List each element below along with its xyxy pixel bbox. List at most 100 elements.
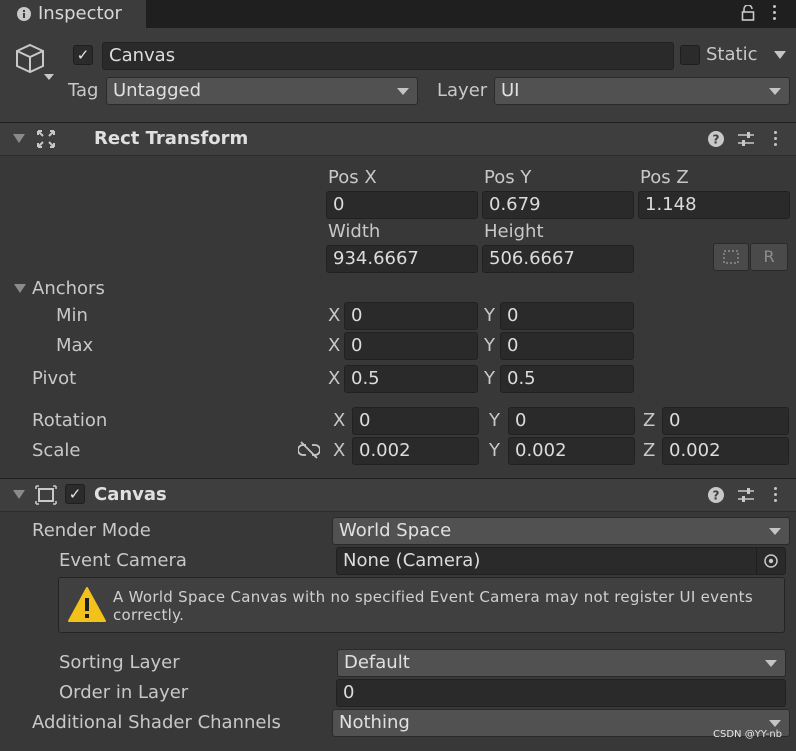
sorting-layer-dropdown[interactable]: Default	[337, 649, 786, 677]
rotation-y-label: Y	[489, 410, 500, 431]
anchor-min-x-field[interactable]: 0	[344, 302, 478, 330]
chevron-down-icon	[397, 88, 409, 95]
preset-icon[interactable]	[737, 486, 755, 504]
help-icon[interactable]: ?	[708, 131, 724, 147]
anchor-max-y-field[interactable]: 0	[500, 332, 634, 360]
pivot-label: Pivot	[32, 368, 77, 389]
tag-value: Untagged	[113, 80, 202, 101]
pos-x-label: Pos X	[328, 167, 377, 188]
anchors-foldout-icon[interactable]	[14, 284, 26, 293]
inspector-tab[interactable]: Inspector	[0, 0, 146, 28]
shader-channels-label: Additional Shader Channels	[32, 712, 281, 733]
anchors-label[interactable]: Anchors	[32, 278, 105, 300]
scale-y-label: Y	[489, 440, 500, 461]
preset-icon[interactable]	[737, 130, 755, 148]
event-camera-field[interactable]: None (Camera)	[336, 547, 786, 575]
pivot-x-field[interactable]: 0.5	[344, 365, 478, 393]
target-icon	[764, 554, 778, 568]
pos-y-label: Pos Y	[484, 167, 532, 188]
chevron-down-icon	[769, 88, 781, 95]
chevron-down-icon	[769, 528, 781, 535]
scale-y-field[interactable]: 0.002	[508, 437, 635, 465]
anchor-min-y-field[interactable]: 0	[500, 302, 634, 330]
raw-edit-button[interactable]: R	[750, 243, 788, 271]
info-icon	[17, 7, 31, 21]
height-field[interactable]: 506.6667	[482, 245, 634, 273]
sorting-layer-value: Default	[344, 652, 410, 673]
rotation-z-label: Z	[643, 410, 656, 431]
static-dropdown-icon[interactable]	[774, 51, 786, 59]
static-checkbox[interactable]	[680, 45, 700, 65]
layer-label: Layer	[437, 80, 488, 101]
render-mode-dropdown[interactable]: World Space	[332, 517, 790, 545]
anchor-max-x-label: X	[328, 335, 341, 356]
constrain-proportions-icon[interactable]	[298, 441, 320, 459]
width-field[interactable]: 934.6667	[326, 245, 478, 273]
anchor-max-y-label: Y	[484, 335, 495, 356]
rotation-label: Rotation	[32, 410, 108, 431]
rotation-y-field[interactable]: 0	[508, 407, 635, 435]
layer-dropdown[interactable]: UI	[494, 77, 790, 105]
warning-text: A World Space Canvas with no specified E…	[113, 588, 753, 624]
help-icon[interactable]: ?	[708, 487, 724, 503]
rect-transform-icon	[37, 130, 55, 148]
rotation-x-label: X	[333, 410, 346, 431]
watermark: CSDN @YY-nb	[713, 729, 783, 740]
canvas-icon	[35, 485, 57, 505]
pivot-x-label: X	[328, 368, 341, 389]
pivot-y-field[interactable]: 0.5	[500, 365, 634, 393]
object-name-field[interactable]: Canvas	[102, 42, 674, 70]
lock-icon[interactable]	[741, 5, 755, 21]
rotation-x-field[interactable]: 0	[352, 407, 479, 435]
warning-box: A World Space Canvas with no specified E…	[58, 577, 785, 633]
pos-x-field[interactable]: 0	[326, 191, 478, 219]
active-checkbox[interactable]: ✓	[73, 45, 93, 65]
canvas-enabled-checkbox[interactable]: ✓	[65, 484, 85, 504]
raw-edit-label: R	[763, 247, 775, 266]
rect-transform-foldout-icon[interactable]	[13, 134, 25, 143]
sorting-layer-label: Sorting Layer	[59, 652, 180, 673]
anchor-max-label: Max	[56, 335, 94, 356]
scale-z-label: Z	[643, 440, 656, 461]
blueprint-mode-button[interactable]	[713, 243, 749, 271]
anchor-min-label: Min	[56, 305, 88, 326]
canvas-title: Canvas	[94, 484, 167, 505]
anchor-min-x-label: X	[328, 305, 341, 326]
shader-channels-value: Nothing	[339, 712, 410, 733]
static-label: Static	[706, 44, 758, 65]
event-camera-value: None (Camera)	[343, 550, 481, 571]
order-in-layer-field[interactable]: 0	[336, 679, 786, 707]
gameobject-icon[interactable]	[14, 42, 54, 84]
svg-text:?: ?	[713, 489, 720, 503]
pos-z-field[interactable]: 1.148	[638, 191, 790, 219]
tab-menu-icon[interactable]	[773, 5, 777, 23]
event-camera-label: Event Camera	[59, 550, 187, 571]
scale-x-field[interactable]: 0.002	[352, 437, 479, 465]
chevron-down-icon	[769, 720, 781, 727]
tag-label: Tag	[68, 80, 99, 101]
canvas-foldout-icon[interactable]	[13, 490, 25, 499]
pos-y-field[interactable]: 0.679	[482, 191, 634, 219]
pos-z-label: Pos Z	[640, 167, 689, 188]
svg-text:?: ?	[713, 133, 720, 147]
pivot-y-label: Y	[484, 368, 495, 389]
inspector-tab-label: Inspector	[38, 3, 122, 24]
rect-transform-menu-icon[interactable]	[774, 131, 778, 149]
anchor-min-y-label: Y	[484, 305, 495, 326]
scale-label: Scale	[32, 440, 81, 461]
scale-z-field[interactable]: 0.002	[662, 437, 789, 465]
rotation-z-field[interactable]: 0	[662, 407, 789, 435]
height-label: Height	[484, 221, 544, 242]
anchor-max-x-field[interactable]: 0	[344, 332, 478, 360]
dashed-rect-icon	[723, 250, 739, 264]
scale-x-label: X	[333, 440, 346, 461]
canvas-menu-icon[interactable]	[774, 487, 778, 505]
width-label: Width	[328, 221, 381, 242]
render-mode-label: Render Mode	[32, 520, 151, 541]
rect-transform-title: Rect Transform	[94, 128, 249, 149]
object-picker-button[interactable]	[756, 548, 785, 574]
tag-dropdown[interactable]: Untagged	[106, 77, 418, 105]
chevron-down-icon	[765, 660, 777, 667]
warning-icon	[68, 587, 106, 622]
order-in-layer-label: Order in Layer	[59, 682, 189, 703]
